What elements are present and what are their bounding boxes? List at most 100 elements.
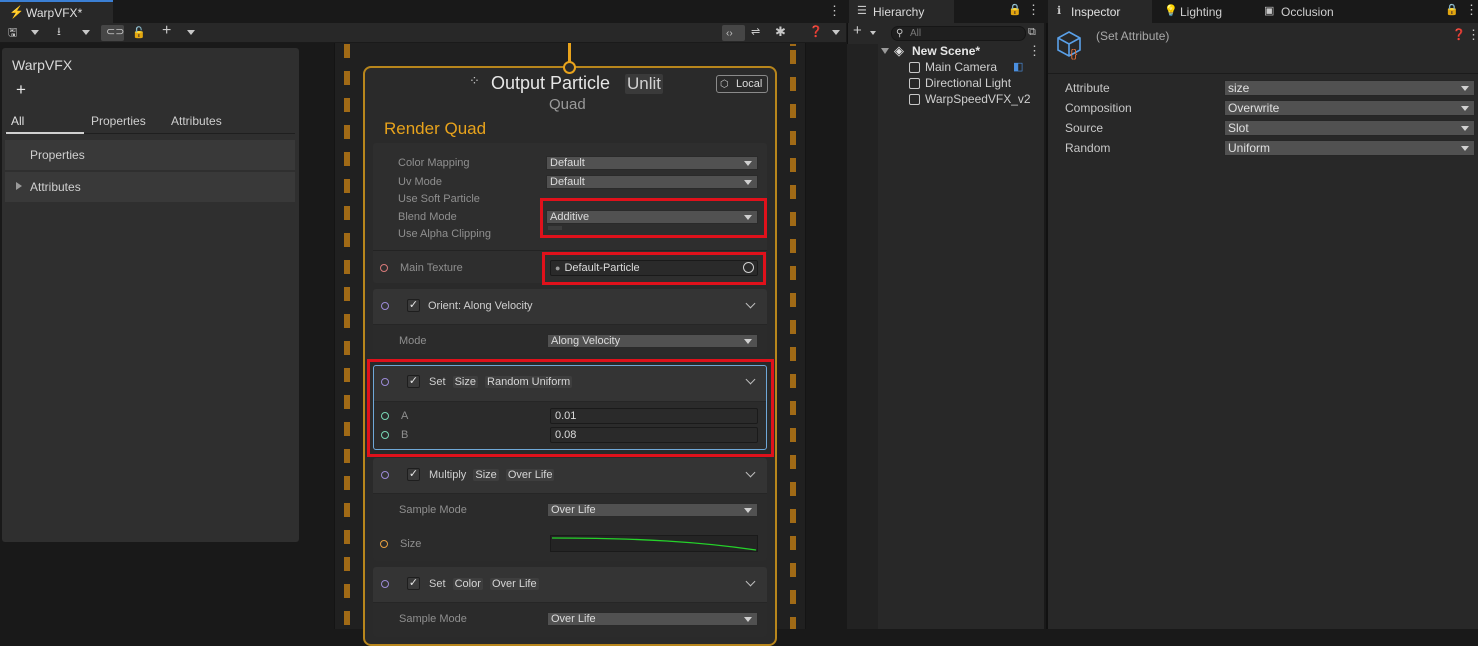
setting-label: Use Alpha Clipping (398, 228, 491, 240)
composition-dropdown[interactable]: Overwrite (1224, 100, 1475, 116)
dropdown-arrow-icon (1461, 86, 1469, 91)
dropdown-arrow-icon (744, 617, 752, 622)
size-curve-field[interactable] (550, 535, 758, 552)
blackboard-tab-all[interactable]: All (11, 114, 24, 128)
dropdown-icon[interactable] (870, 31, 876, 35)
scene-menu-icon[interactable]: ⋮ (1028, 44, 1041, 57)
output-particle-icon: ⁘ (469, 73, 480, 88)
dropdown-icon[interactable] (187, 30, 195, 35)
hierarchy-search-input[interactable]: ⚲ All (891, 26, 1026, 41)
dropdown-value: Slot (1228, 121, 1249, 135)
highlight-set-size-block (367, 359, 774, 457)
svg-text:{}: {} (1070, 48, 1078, 60)
dropdown-value: Over Life (551, 504, 596, 516)
block-activation-port[interactable] (381, 302, 389, 310)
blackboard-section-properties[interactable]: Properties (5, 140, 295, 170)
dropdown-value: Over Life (551, 613, 596, 625)
inspector-field-label: Random (1065, 141, 1111, 155)
dropdown-icon[interactable] (82, 30, 90, 35)
scene-name[interactable]: New Scene* (912, 44, 980, 58)
expand-arrow-icon[interactable] (16, 182, 22, 190)
color-sample-mode-dropdown[interactable]: Over Life (547, 612, 758, 626)
blackboard-tabs (5, 106, 295, 134)
search-options-icon[interactable]: ⧉ (1028, 27, 1036, 38)
blackboard-add-button[interactable]: + (16, 80, 26, 100)
vfx-graph-icon: ⚡ (9, 5, 24, 19)
dropdown-icon[interactable] (31, 30, 39, 35)
block-enabled-checkbox[interactable]: ✓ (407, 299, 420, 312)
source-dropdown[interactable]: Slot (1224, 120, 1475, 136)
inspector-tab[interactable]: ℹ Inspector (1048, 0, 1152, 23)
orient-mode-dropdown[interactable]: Along Velocity (547, 334, 758, 348)
hierarchy-item[interactable]: Directional Light (925, 76, 1011, 90)
vfx-window-tabbar (0, 0, 846, 23)
vfx-window-tab[interactable]: ⚡ WarpVFX* (0, 0, 113, 23)
section-label: Attributes (30, 180, 81, 194)
blackboard-tab-properties[interactable]: Properties (91, 114, 146, 128)
lock-icon[interactable]: 🔓 (132, 28, 146, 39)
block-title-attr: Color (452, 578, 483, 590)
add-icon[interactable]: + (853, 23, 862, 38)
scene-expand-arrow-icon[interactable] (881, 48, 889, 54)
block-title: Set Color Over Life (429, 578, 539, 590)
sample-mode-dropdown[interactable]: Over Life (547, 503, 758, 517)
block-title-mode: Over Life (489, 578, 539, 590)
link-button[interactable]: ⊂⊃ (101, 25, 124, 41)
blackboard-title: WarpVFX (12, 57, 73, 73)
inspector-tab-label: Inspector (1071, 5, 1121, 19)
block-title-attr: Size (473, 469, 499, 481)
component-menu-icon[interactable]: ⋮ (1467, 28, 1478, 41)
gameobject-icon (909, 94, 920, 105)
space-label: Local (736, 78, 763, 90)
block-enabled-checkbox[interactable]: ✓ (407, 577, 420, 590)
hierarchy-tab[interactable]: ☰ Hierarchy (849, 0, 954, 23)
block-activation-port[interactable] (381, 580, 389, 588)
help-icon[interactable]: ❓ (1452, 30, 1466, 41)
uv-mode-dropdown[interactable]: Default (546, 175, 758, 189)
context-subtitle-tag: Unlit (625, 74, 664, 94)
local-space-icon: ⬡ (720, 79, 729, 90)
random-dropdown[interactable]: Uniform (1224, 140, 1475, 156)
lock-icon[interactable]: 🔒 (1008, 5, 1022, 16)
color-mapping-dropdown[interactable]: Default (546, 156, 758, 170)
block-title-part: Orient: Along Velocity (428, 300, 533, 312)
flow-dash-left (344, 44, 350, 629)
hierarchy-item[interactable]: WarpSpeedVFX_v2 (925, 92, 1031, 106)
dropdown-icon[interactable] (832, 30, 840, 35)
vfx-toolbar (0, 23, 846, 43)
blackboard-section-attributes[interactable]: Attributes (5, 172, 295, 202)
bug-icon[interactable]: ✱ (775, 25, 786, 38)
occlusion-tab[interactable]: Occlusion (1281, 5, 1334, 19)
lock-icon[interactable]: 🔒 (1445, 5, 1459, 16)
block-activation-port[interactable] (381, 471, 389, 479)
panel-menu-icon[interactable]: ⋮ (1465, 3, 1478, 16)
blackboard-tab-attributes[interactable]: Attributes (171, 114, 222, 128)
add-icon[interactable]: + (162, 23, 171, 39)
save-icon[interactable]: 🖫 (8, 28, 17, 39)
attribute-dropdown[interactable]: size (1224, 80, 1475, 96)
vfx-window-menu-icon[interactable]: ⋮ (828, 4, 841, 17)
code-button[interactable]: ‹› (722, 25, 745, 41)
setting-label: Blend Mode (398, 211, 457, 223)
size-curve-port[interactable] (380, 540, 388, 548)
space-toggle-button[interactable]: ⬡ Local (716, 75, 768, 93)
main-texture-port[interactable] (380, 264, 388, 272)
export-icon[interactable]: ⭳ (57, 27, 61, 38)
inspector-title: (Set Attribute) (1096, 29, 1170, 43)
panel-menu-icon[interactable]: ⋮ (1027, 3, 1040, 16)
block-title-mode: Over Life (505, 469, 555, 481)
help-icon[interactable]: ❓ (809, 27, 823, 38)
highlight-blend-mode (540, 198, 767, 238)
block-enabled-checkbox[interactable]: ✓ (407, 468, 420, 481)
setting-label: Use Soft Particle (398, 193, 480, 205)
highlight-main-texture (542, 252, 766, 285)
block-row-label: Size (400, 538, 422, 550)
lighting-tab[interactable]: Lighting (1180, 5, 1222, 19)
dropdown-value: Overwrite (1228, 101, 1280, 115)
inspector-field-label: Attribute (1065, 81, 1110, 95)
list-icon: ☰ (857, 5, 867, 17)
settings-sliders-icon[interactable]: ⇌ (751, 27, 760, 38)
hierarchy-item[interactable]: Main Camera (925, 60, 997, 74)
vfx-window-title: WarpVFX* (26, 6, 83, 20)
search-placeholder: All (910, 28, 922, 39)
